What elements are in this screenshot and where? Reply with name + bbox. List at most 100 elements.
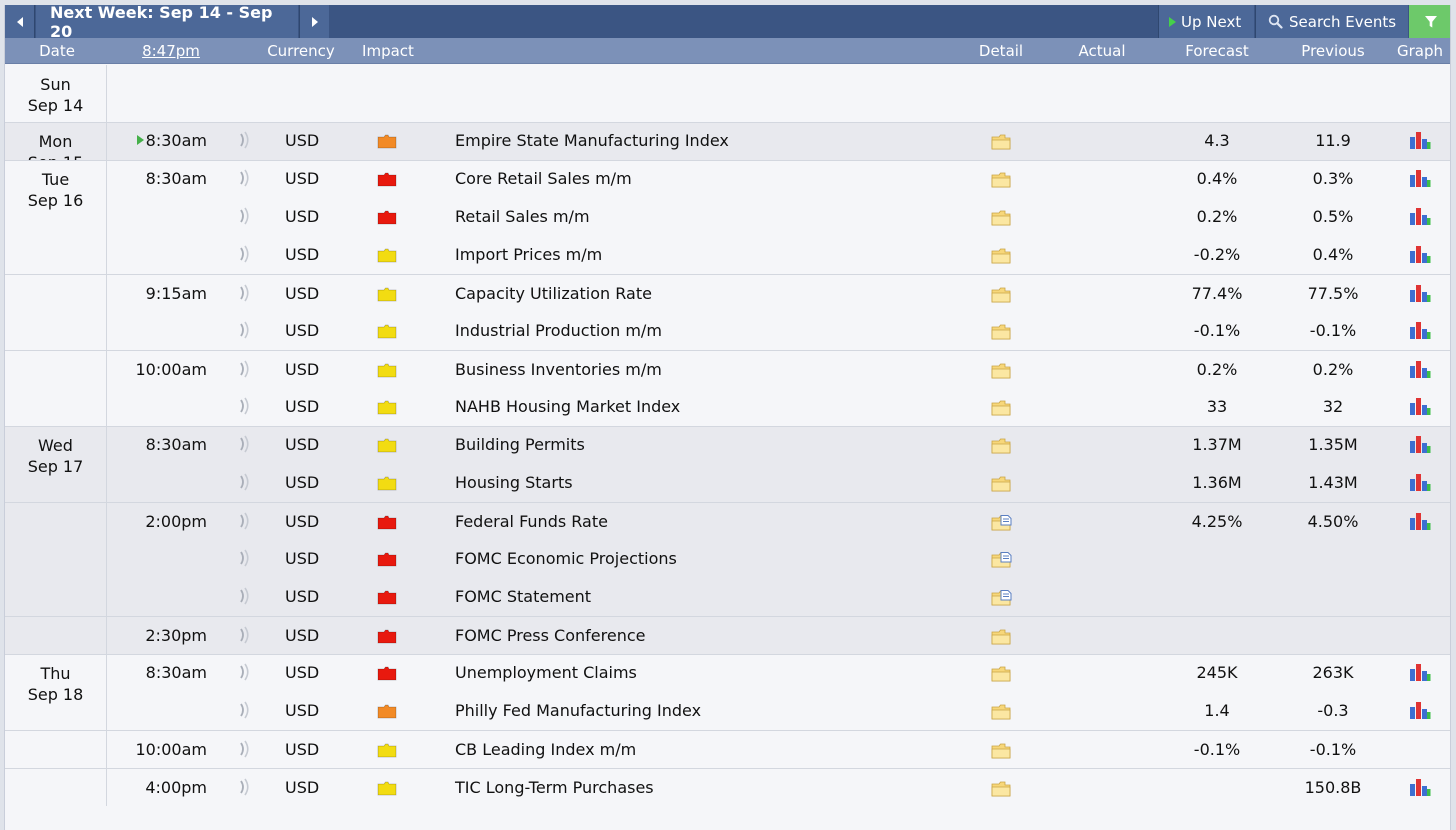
- sound-alert-icon[interactable]: [238, 549, 250, 571]
- graph-icon[interactable]: [1409, 283, 1431, 307]
- sound-alert-icon[interactable]: [238, 435, 250, 457]
- sound-alert-icon[interactable]: [238, 663, 250, 685]
- graph-icon[interactable]: [1409, 168, 1431, 192]
- impact-icon[interactable]: [377, 476, 397, 491]
- impact-icon[interactable]: [377, 438, 397, 453]
- graph-icon[interactable]: [1409, 662, 1431, 686]
- event-title[interactable]: CB Leading Index m/m: [455, 740, 636, 759]
- sound-alert-icon[interactable]: [238, 701, 250, 723]
- impact-icon[interactable]: [377, 400, 397, 415]
- detail-folder-icon[interactable]: [991, 134, 1013, 154]
- detail-folder-icon[interactable]: [991, 400, 1013, 420]
- event-currency: USD: [285, 587, 320, 606]
- impact-icon[interactable]: [377, 172, 397, 187]
- impact-icon[interactable]: [377, 629, 397, 644]
- event-title[interactable]: FOMC Statement: [455, 587, 591, 606]
- speaker-wave-icon: [240, 169, 249, 187]
- graph-icon[interactable]: [1409, 206, 1431, 230]
- event-title[interactable]: TIC Long-Term Purchases: [455, 778, 654, 797]
- graph-icon[interactable]: [1409, 244, 1431, 268]
- event-title[interactable]: Import Prices m/m: [455, 245, 602, 264]
- event-title[interactable]: Business Inventories m/m: [455, 360, 662, 379]
- sound-alert-icon[interactable]: [238, 284, 250, 306]
- event-title[interactable]: Industrial Production m/m: [455, 321, 662, 340]
- sound-alert-icon[interactable]: [238, 626, 250, 648]
- detail-folder-icon[interactable]: [991, 476, 1013, 496]
- sound-alert-icon[interactable]: [238, 131, 250, 153]
- filter-button[interactable]: [1409, 5, 1450, 38]
- event-title[interactable]: Philly Fed Manufacturing Index: [455, 701, 701, 720]
- sound-alert-icon[interactable]: [238, 473, 250, 495]
- detail-folder-icon[interactable]: [991, 781, 1013, 801]
- detail-folder-icon[interactable]: [991, 363, 1013, 383]
- impact-icon[interactable]: [377, 743, 397, 758]
- forecast-value: 4.25%: [1191, 512, 1243, 531]
- week-range-label[interactable]: Next Week: Sep 14 - Sep 20: [36, 5, 298, 41]
- graph-icon[interactable]: [1409, 777, 1431, 801]
- event-title[interactable]: Building Permits: [455, 435, 585, 454]
- sound-alert-icon[interactable]: [238, 245, 250, 267]
- impact-icon[interactable]: [377, 134, 397, 149]
- detail-folder-icon[interactable]: [991, 287, 1013, 307]
- detail-folder-icon[interactable]: [991, 515, 1013, 535]
- sound-alert-icon[interactable]: [238, 397, 250, 419]
- event-title[interactable]: FOMC Press Conference: [455, 626, 645, 645]
- impact-icon[interactable]: [377, 324, 397, 339]
- detail-folder-icon[interactable]: [991, 629, 1013, 649]
- event-title[interactable]: NAHB Housing Market Index: [455, 397, 680, 416]
- graph-icon[interactable]: [1409, 700, 1431, 724]
- sound-alert-icon[interactable]: [238, 512, 250, 534]
- previous-week-button[interactable]: [5, 5, 35, 38]
- detail-folder-icon[interactable]: [991, 248, 1013, 268]
- current-time-link[interactable]: 8:47pm: [142, 42, 200, 60]
- event-title[interactable]: Empire State Manufacturing Index: [455, 131, 729, 150]
- detail-folder-icon[interactable]: [991, 210, 1013, 230]
- graph-icon[interactable]: [1409, 472, 1431, 496]
- sound-alert-icon[interactable]: [238, 778, 250, 800]
- next-week-button[interactable]: [299, 5, 329, 38]
- event-time-text: 10:00am: [135, 360, 208, 379]
- event-title[interactable]: Unemployment Claims: [455, 663, 637, 682]
- impact-icon[interactable]: [377, 363, 397, 378]
- sound-alert-icon[interactable]: [238, 207, 250, 229]
- event-currency: USD: [285, 435, 320, 454]
- event-title[interactable]: Housing Starts: [455, 473, 573, 492]
- detail-folder-icon[interactable]: [991, 666, 1013, 686]
- detail-folder-icon[interactable]: [991, 743, 1013, 763]
- detail-folder-icon[interactable]: [991, 172, 1013, 192]
- event-currency: USD: [285, 360, 320, 379]
- event-title[interactable]: Federal Funds Rate: [455, 512, 608, 531]
- detail-folder-icon[interactable]: [991, 590, 1013, 610]
- graph-icon[interactable]: [1409, 511, 1431, 535]
- graph-icon[interactable]: [1409, 359, 1431, 383]
- event-currency: USD: [285, 740, 320, 759]
- impact-icon[interactable]: [377, 287, 397, 302]
- event-title[interactable]: FOMC Economic Projections: [455, 549, 677, 568]
- impact-icon[interactable]: [377, 515, 397, 530]
- event-title[interactable]: Capacity Utilization Rate: [455, 284, 652, 303]
- sound-alert-icon[interactable]: [238, 587, 250, 609]
- impact-icon[interactable]: [377, 248, 397, 263]
- impact-icon[interactable]: [377, 704, 397, 719]
- impact-icon[interactable]: [377, 210, 397, 225]
- detail-folder-icon[interactable]: [991, 704, 1013, 724]
- impact-icon[interactable]: [377, 781, 397, 796]
- sound-alert-icon[interactable]: [238, 360, 250, 382]
- sound-alert-icon[interactable]: [238, 740, 250, 762]
- impact-icon[interactable]: [377, 590, 397, 605]
- graph-icon[interactable]: [1409, 130, 1431, 154]
- impact-icon[interactable]: [377, 552, 397, 567]
- search-events-button[interactable]: Search Events: [1255, 5, 1408, 38]
- up-next-button[interactable]: Up Next: [1158, 5, 1254, 38]
- graph-icon[interactable]: [1409, 396, 1431, 420]
- detail-folder-icon[interactable]: [991, 438, 1013, 458]
- impact-icon[interactable]: [377, 666, 397, 681]
- sound-alert-icon[interactable]: [238, 169, 250, 191]
- event-title[interactable]: Core Retail Sales m/m: [455, 169, 632, 188]
- graph-icon[interactable]: [1409, 434, 1431, 458]
- detail-folder-icon[interactable]: [991, 324, 1013, 344]
- sound-alert-icon[interactable]: [238, 321, 250, 343]
- detail-folder-icon[interactable]: [991, 552, 1013, 572]
- graph-icon[interactable]: [1409, 320, 1431, 344]
- event-title[interactable]: Retail Sales m/m: [455, 207, 590, 226]
